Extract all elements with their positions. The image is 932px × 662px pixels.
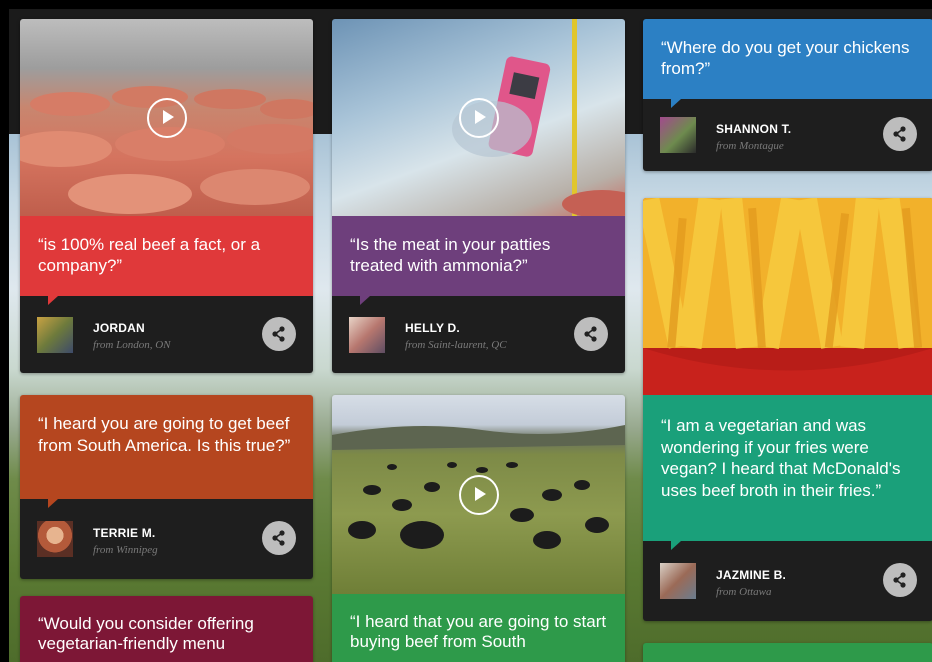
question-card-terrie[interactable]: “I heard you are going to get beef from …	[20, 395, 313, 579]
share-icon[interactable]	[262, 521, 296, 555]
question-text: “Where do you get your chickens from?”	[643, 19, 932, 108]
question-card-vegetarian-menu[interactable]: “Would you consider offering vegetarian-…	[20, 596, 313, 662]
author-bar: JAZMINE B. from Ottawa	[643, 541, 932, 621]
play-icon[interactable]	[146, 97, 187, 138]
author-name: JAZMINE B.	[716, 568, 787, 582]
author-location: from London, ON	[93, 339, 171, 351]
share-icon[interactable]	[262, 317, 296, 351]
avatar	[37, 317, 73, 353]
share-icon[interactable]	[883, 563, 917, 597]
question-text: “is 100% real beef a fact, or a company?…	[20, 216, 313, 305]
author-location: from Winnipeg	[93, 544, 158, 556]
author-bar: TERRIE M. from Winnipeg	[20, 499, 313, 579]
avatar	[37, 521, 73, 557]
play-icon[interactable]	[458, 97, 499, 138]
share-icon[interactable]	[574, 317, 608, 351]
question-card-cows[interactable]: “I heard that you are going to start buy…	[332, 395, 625, 662]
author-bar: SHANNON T. from Montague	[643, 99, 932, 171]
question-card-partial[interactable]	[643, 643, 932, 662]
feed-grid: “is 100% real beef a fact, or a company?…	[9, 9, 932, 662]
author-location: from Montague	[716, 140, 784, 152]
question-card-jazmine[interactable]: “I am a vegetarian and was wondering if …	[643, 198, 932, 621]
share-icon[interactable]	[883, 117, 917, 151]
author-bar: JORDAN from London, ON	[20, 296, 313, 373]
author-location: from Saint-laurent, QC	[405, 339, 507, 351]
video-thumbnail[interactable]	[20, 19, 313, 216]
author-location: from Ottawa	[716, 586, 772, 598]
avatar	[660, 563, 696, 599]
question-text: “I heard that you are going to start buy…	[332, 594, 625, 662]
avatar	[349, 317, 385, 353]
question-card-jordan[interactable]: “is 100% real beef a fact, or a company?…	[20, 19, 313, 373]
video-thumbnail[interactable]	[332, 19, 625, 216]
question-text: “Would you consider offering vegetarian-…	[20, 596, 313, 662]
question-text: “Is the meat in your patties treated wit…	[332, 216, 625, 305]
author-name: JORDAN	[93, 321, 145, 335]
question-text: “I heard you are going to get beef from …	[20, 395, 313, 508]
author-name: TERRIE M.	[93, 526, 156, 540]
author-name: SHANNON T.	[716, 122, 792, 136]
video-thumbnail[interactable]	[332, 395, 625, 594]
question-card-helly[interactable]: “Is the meat in your patties treated wit…	[332, 19, 625, 373]
author-name: HELLY D.	[405, 321, 460, 335]
avatar	[660, 117, 696, 153]
author-bar: HELLY D. from Saint-laurent, QC	[332, 296, 625, 373]
question-text: “I am a vegetarian and was wondering if …	[643, 395, 932, 550]
play-icon[interactable]	[458, 474, 499, 515]
question-card-shannon[interactable]: “Where do you get your chickens from?” S…	[643, 19, 932, 171]
fries-image	[643, 198, 932, 395]
